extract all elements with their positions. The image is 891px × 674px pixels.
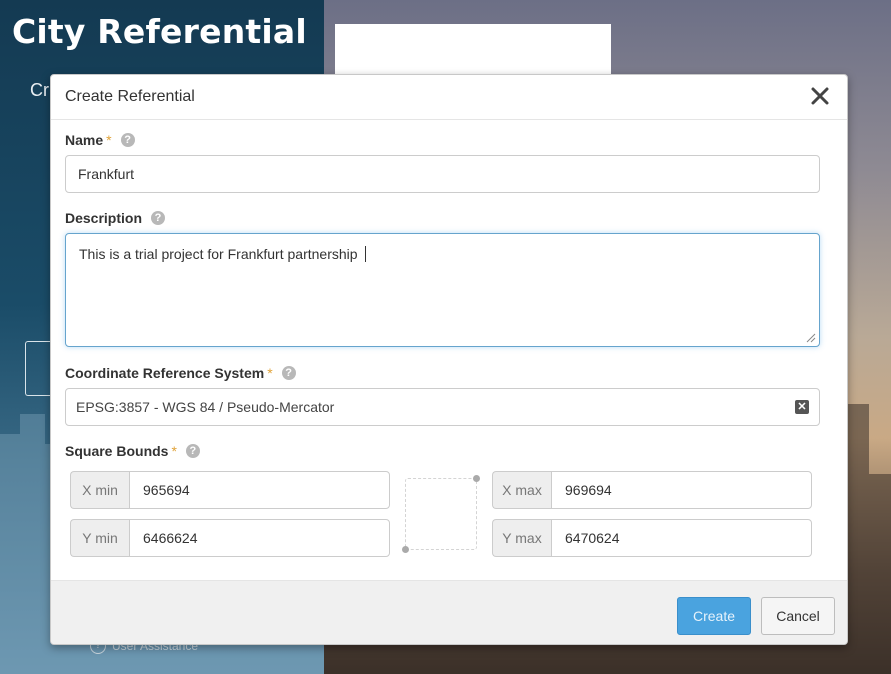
x-min-group: X min 965694	[70, 471, 390, 509]
description-textarea[interactable]: This is a trial project for Frankfurt pa…	[65, 233, 820, 347]
square-bounds-label: Square Bounds * ?	[65, 443, 200, 459]
y-max-addon: Y max	[492, 519, 551, 557]
top-right-corner-dot	[473, 475, 480, 482]
x-max-value: 969694	[565, 482, 612, 498]
description-label-text: Description	[65, 210, 143, 226]
question-circle-icon[interactable]: ?	[120, 133, 135, 147]
y-max-value: 6470624	[565, 530, 620, 546]
name-input[interactable]: Frankfurt	[65, 155, 820, 193]
y-min-value: 6466624	[143, 530, 198, 546]
close-icon[interactable]	[809, 85, 831, 107]
app-subtitle: Cr	[30, 80, 49, 100]
y-min-group: Y min 6466624	[70, 519, 390, 557]
dialog-footer: Create Cancel	[51, 580, 847, 644]
crs-select[interactable]: EPSG:3857 - WGS 84 / Pseudo-Mercator ✕	[65, 388, 820, 426]
create-button[interactable]: Create	[677, 597, 751, 635]
crs-selected-value: EPSG:3857 - WGS 84 / Pseudo-Mercator	[76, 399, 335, 415]
y-min-addon: Y min	[70, 519, 129, 557]
dialog-header: Create Referential	[51, 75, 847, 120]
x-max-group: X max 969694	[492, 471, 812, 509]
name-label: Name * ?	[65, 132, 135, 148]
y-max-group: Y max 6470624	[492, 519, 812, 557]
bounds-preview-box	[402, 475, 480, 553]
text-caret	[365, 246, 367, 262]
cancel-button[interactable]: Cancel	[761, 597, 835, 635]
x-min-value: 965694	[143, 482, 190, 498]
clear-x-icon[interactable]: ✕	[795, 400, 809, 414]
y-max-input[interactable]: 6470624	[551, 519, 812, 557]
question-circle-icon[interactable]: ?	[281, 366, 296, 380]
crs-label: Coordinate Reference System * ?	[65, 365, 296, 381]
question-circle-icon[interactable]: ?	[185, 444, 200, 458]
create-referential-dialog: Create Referential Name * ? Frankfurt Des…	[50, 74, 848, 645]
square-bounds-label-text: Square Bounds	[65, 443, 169, 459]
resize-handle-icon[interactable]	[804, 331, 816, 343]
question-circle-icon[interactable]: ?	[151, 211, 166, 225]
description-value: This is a trial project for Frankfurt pa…	[79, 246, 362, 262]
app-title: City Referential	[12, 12, 307, 51]
required-marker: *	[267, 365, 273, 381]
bottom-left-corner-dot	[402, 546, 409, 553]
description-label: Description ?	[65, 210, 166, 226]
x-min-addon: X min	[70, 471, 129, 509]
required-marker: *	[106, 132, 112, 148]
crs-label-text: Coordinate Reference System	[65, 365, 265, 381]
x-min-input[interactable]: 965694	[129, 471, 390, 509]
x-max-input[interactable]: 969694	[551, 471, 812, 509]
x-max-addon: X max	[492, 471, 551, 509]
dialog-title: Create Referential	[65, 88, 195, 105]
y-min-input[interactable]: 6466624	[129, 519, 390, 557]
name-input-value: Frankfurt	[78, 166, 135, 182]
background-card	[335, 24, 611, 76]
required-marker: *	[171, 443, 177, 459]
name-label-text: Name	[65, 132, 104, 148]
